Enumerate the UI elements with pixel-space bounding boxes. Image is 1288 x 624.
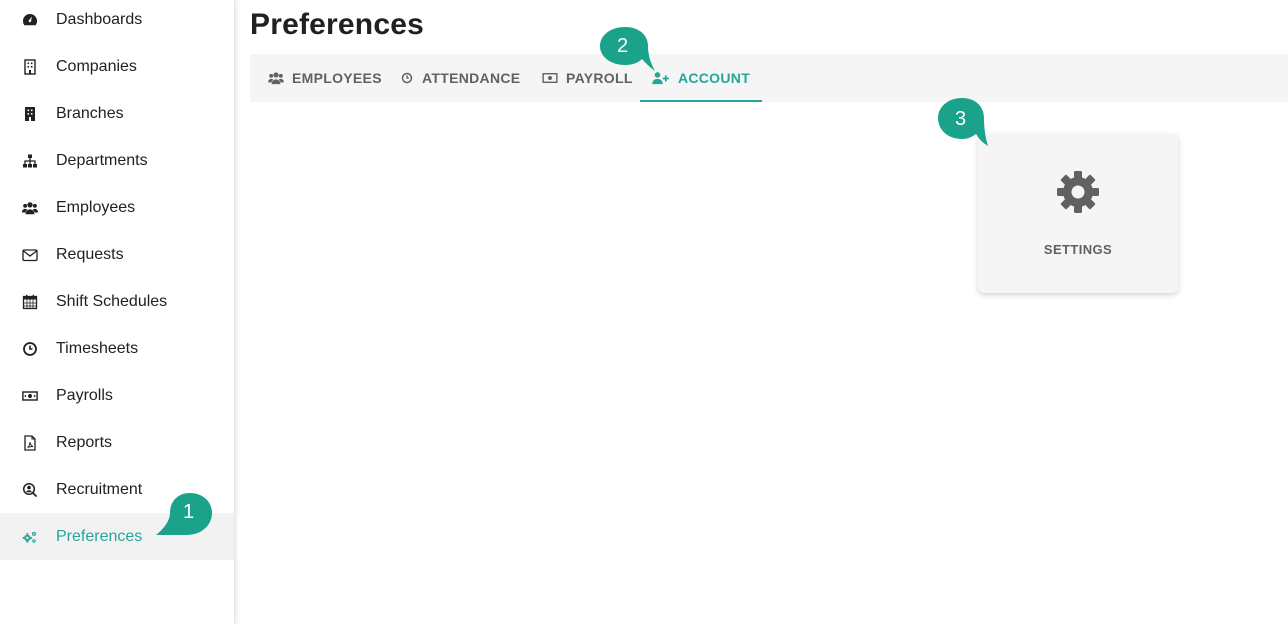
tab-label: ATTENDANCE [422,70,521,86]
callout-marker-2: 2 [600,25,655,71]
sidebar-item-departments[interactable]: Departments [0,137,234,184]
money-bill-icon [542,71,558,85]
sidebar-item-label: Employees [56,198,136,216]
tab-label: EMPLOYEES [292,70,382,86]
sidebar-item-reports[interactable]: Reports [0,419,234,466]
marker-number: 3 [955,108,967,130]
tab-attendance[interactable]: ATTENDANCE [401,54,520,102]
sidebar-item-timesheets[interactable]: Timesheets [0,325,234,372]
sidebar-item-label: Departments [56,151,148,169]
tab-bar: EMPLOYEES ATTENDANCE PAYROLL ACCOUNT [250,54,1288,102]
tab-account[interactable]: ACCOUNT [640,54,762,102]
gear-icon [1057,171,1099,213]
sidebar-item-label: Branches [56,104,124,122]
sidebar-item-label: Payrolls [56,386,113,404]
settings-card[interactable]: SETTINGS [978,134,1178,293]
sidebar-item-label: Dashboards [56,10,143,28]
user-search-icon [21,481,39,499]
sidebar-item-employees[interactable]: Employees [0,184,234,231]
building-outline-icon [21,58,39,76]
clock-icon [401,71,414,85]
users-icon [268,71,284,85]
sidebar-item-label: Recruitment [56,480,143,498]
tab-label: ACCOUNT [677,70,751,86]
cogs-icon [21,528,39,546]
sidebar-item-payrolls[interactable]: Payrolls [0,372,234,419]
callout-marker-1: 1 [156,491,212,535]
sidebar-item-requests[interactable]: Requests [0,231,234,278]
sidebar-item-companies[interactable]: Companies [0,43,234,90]
money-bill-icon [21,387,39,405]
sidebar-item-label: Timesheets [56,339,139,357]
sidebar-item-label: Companies [56,57,137,75]
tab-employees[interactable]: EMPLOYEES [268,54,382,102]
sidebar-item-label: Reports [56,433,113,451]
sidebar-item-dashboards[interactable]: Dashboards [0,0,234,43]
tab-label: PAYROLL [566,70,633,86]
clock-icon [21,340,39,358]
sidebar-item-label: Preferences [56,527,143,545]
settings-label: SETTINGS [1043,242,1113,257]
calendar-icon [21,293,39,311]
envelope-icon [21,246,39,264]
marker-number: 2 [617,35,629,57]
sidebar-item-branches[interactable]: Branches [0,90,234,137]
sidebar-item-shift-schedules[interactable]: Shift Schedules [0,278,234,325]
user-plus-icon [652,71,670,85]
marker-number: 1 [183,501,195,523]
building-icon [21,105,39,123]
sidebar-item-label: Shift Schedules [56,292,168,310]
page-title: Preferences [250,8,424,41]
users-icon [21,199,39,217]
sidebar-item-label: Requests [56,245,124,263]
callout-marker-3: 3 [938,97,988,146]
sitemap-icon [21,152,39,170]
dashboard-icon [21,11,39,29]
pdf-file-icon [21,434,39,452]
